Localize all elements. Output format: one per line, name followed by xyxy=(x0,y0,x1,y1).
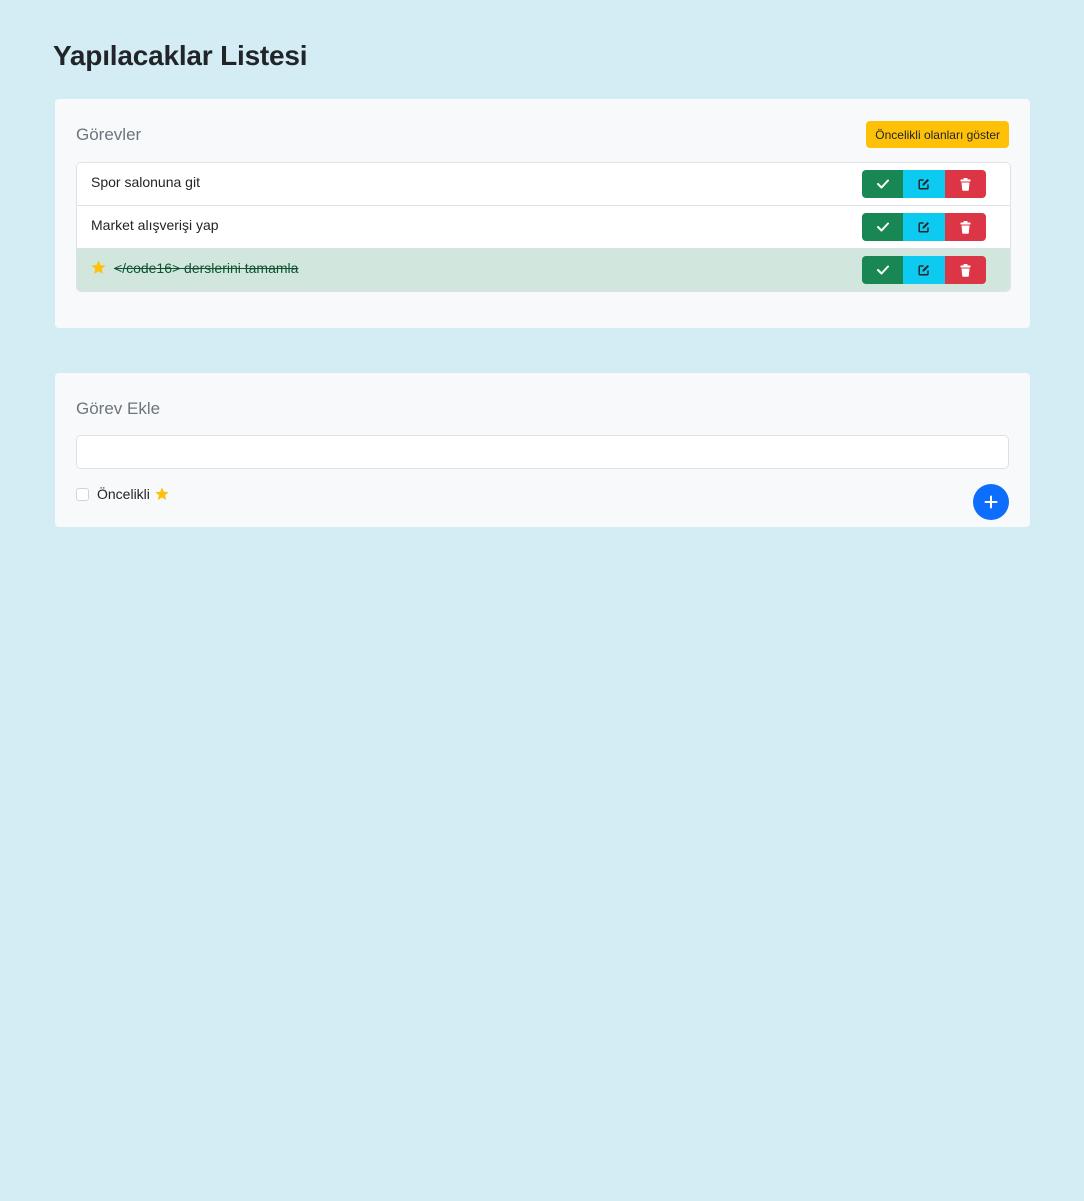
task-item-completed: </code16> derslerini tamamla xyxy=(77,249,1010,291)
trash-icon xyxy=(960,220,971,234)
delete-button[interactable] xyxy=(945,213,986,241)
check-icon xyxy=(876,179,889,189)
edit-button[interactable] xyxy=(903,170,945,198)
edit-icon xyxy=(918,222,929,233)
task-list: Spor salonuna git Market alışverişi yap xyxy=(76,162,1011,292)
check-icon xyxy=(876,265,889,275)
add-task-button[interactable] xyxy=(973,484,1009,520)
plus-icon xyxy=(984,495,998,509)
show-priority-button[interactable]: Öncelikli olanları göster xyxy=(866,121,1009,148)
task-text: Market alışverişi yap xyxy=(91,217,219,233)
task-actions xyxy=(862,256,986,284)
priority-option: Öncelikli xyxy=(76,486,170,502)
task-input[interactable] xyxy=(76,435,1009,469)
task-item: Spor salonuna git xyxy=(77,163,1010,206)
task-text: </code16> derslerini tamamla xyxy=(114,260,299,276)
trash-icon xyxy=(960,263,971,277)
tasks-card: Görevler Öncelikli olanları göster Spor … xyxy=(55,99,1030,328)
delete-button[interactable] xyxy=(945,170,986,198)
task-text: Spor salonuna git xyxy=(91,174,200,190)
trash-icon xyxy=(960,177,971,191)
complete-button[interactable] xyxy=(862,256,903,284)
priority-label: Öncelikli xyxy=(97,486,150,502)
complete-button[interactable] xyxy=(862,170,903,198)
page-title: Yapılacaklar Listesi xyxy=(53,40,308,71)
add-task-title: Görev Ekle xyxy=(76,399,161,418)
task-actions xyxy=(862,213,986,241)
add-task-card: Görev Ekle Öncelikli xyxy=(55,373,1030,527)
priority-checkbox[interactable] xyxy=(76,487,89,501)
star-icon xyxy=(155,487,169,500)
delete-button[interactable] xyxy=(945,256,986,284)
task-item: Market alışverişi yap xyxy=(77,206,1010,249)
edit-button[interactable] xyxy=(903,256,945,284)
edit-button[interactable] xyxy=(903,213,945,241)
check-icon xyxy=(876,222,889,232)
edit-icon xyxy=(918,265,929,276)
complete-button[interactable] xyxy=(862,213,903,241)
star-icon xyxy=(91,260,106,274)
tasks-card-title: Görevler xyxy=(76,125,142,144)
edit-icon xyxy=(918,179,929,190)
task-actions xyxy=(862,170,986,198)
